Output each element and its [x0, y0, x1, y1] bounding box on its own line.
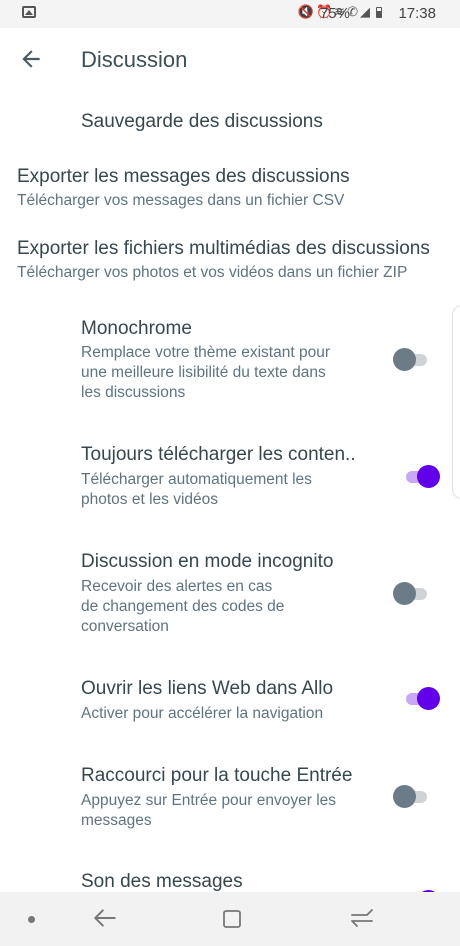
battery-icon	[376, 7, 382, 18]
setting-subtitle-line: Remplace votre thème existant pour	[81, 344, 330, 361]
gallery-icon	[22, 6, 36, 18]
dot-icon[interactable]	[28, 916, 35, 923]
setting-subtitle-line: messages	[81, 812, 152, 829]
setting-subtitle-line: Recevoir des alertes en cas	[81, 578, 273, 595]
setting-subtitle: Activer pour accélérer la navigation	[81, 704, 323, 724]
setting-enter-shortcut[interactable]: Raccourci pour la touche Entrée Appuyez …	[0, 765, 460, 835]
monochrome-toggle[interactable]	[393, 347, 431, 373]
incognito-toggle[interactable]	[393, 581, 431, 607]
setting-subtitle-line: Appuyez sur Entrée pour envoyer les	[81, 792, 337, 809]
setting-message-sound[interactable]: Son des messages	[0, 871, 460, 892]
export-media-subtitle: Télécharger vos photos et vos vidéos dan…	[17, 264, 408, 281]
back-icon[interactable]	[92, 905, 118, 931]
auto-download-toggle[interactable]	[402, 464, 440, 490]
export-messages-subtitle: Télécharger vos messages dans un fichier…	[17, 192, 345, 209]
enter-shortcut-toggle[interactable]	[393, 784, 431, 810]
setting-subtitle-line: les discussions	[81, 384, 186, 401]
setting-title: Ouvrir les liens Web dans Allo	[81, 678, 334, 699]
clock: 17:38	[398, 5, 436, 22]
battery-percent: 75%	[319, 5, 350, 22]
setting-title: Monochrome	[81, 318, 192, 339]
setting-subtitle-line: de changement des codes de	[81, 598, 285, 615]
setting-monochrome[interactable]: Monochrome Remplace votre thème existant…	[0, 318, 460, 408]
setting-subtitle: Appuyez sur Entrée pour envoyer les mess…	[81, 791, 336, 831]
setting-subtitle-line: conversation	[81, 618, 169, 635]
setting-title: Discussion en mode incognito	[81, 551, 334, 572]
setting-auto-download[interactable]: Toujours télécharger les conten.. Téléch…	[0, 444, 460, 514]
setting-incognito[interactable]: Discussion en mode incognito Recevoir de…	[0, 551, 460, 641]
setting-subtitle: Remplace votre thème existant pour une m…	[81, 343, 330, 403]
setting-subtitle-line: une meilleure lisibilité du texte dans	[81, 364, 326, 381]
setting-subtitle-line: photos et les vidéos	[81, 491, 219, 508]
export-media-item[interactable]: Exporter les fichiers multimédias des di…	[0, 238, 460, 290]
setting-subtitle-line: Activer pour accélérer la navigation	[81, 705, 324, 722]
setting-subtitle: Recevoir des alertes en cas de changemen…	[81, 577, 284, 637]
page-title: Discussion	[81, 47, 188, 72]
export-media-title: Exporter les fichiers multimédias des di…	[17, 238, 430, 259]
home-icon[interactable]	[350, 906, 374, 930]
setting-title: Toujours télécharger les conten..	[81, 444, 356, 465]
recents-icon[interactable]	[222, 909, 242, 929]
setting-open-links[interactable]: Ouvrir les liens Web dans Allo Activer p…	[0, 678, 460, 728]
export-messages-item[interactable]: Exporter les messages des discussions Té…	[0, 166, 460, 218]
setting-subtitle: Télécharger automatiquement les photos e…	[81, 470, 312, 510]
navigation-bar	[0, 892, 460, 946]
setting-title: Raccourci pour la touche Entrée	[81, 765, 353, 786]
export-messages-title: Exporter les messages des discussions	[17, 166, 350, 187]
status-bar: 🔇⏰≋✆◢ 75% 17:38	[0, 0, 460, 28]
app-bar: Discussion	[0, 28, 460, 90]
open-links-toggle[interactable]	[402, 686, 440, 712]
section-header: Sauvegarde des discussions	[81, 111, 323, 132]
scroll-edge	[452, 305, 460, 499]
setting-subtitle-line: Télécharger automatiquement les	[81, 471, 312, 488]
setting-title: Son des messages	[81, 871, 243, 892]
back-arrow-icon[interactable]	[18, 46, 44, 72]
